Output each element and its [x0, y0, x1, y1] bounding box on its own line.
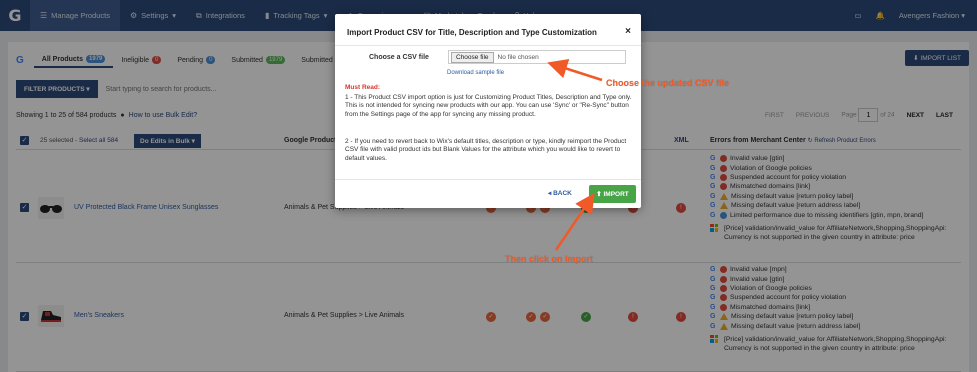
- annotation-arrows: [547, 59, 603, 251]
- annotation-choose-csv: Choose the updated CSV file: [606, 78, 730, 88]
- arrow-to-file-input: [547, 59, 603, 82]
- annotation-click-import: Then click on Import: [505, 254, 594, 264]
- arrow-to-import-button: [554, 192, 595, 251]
